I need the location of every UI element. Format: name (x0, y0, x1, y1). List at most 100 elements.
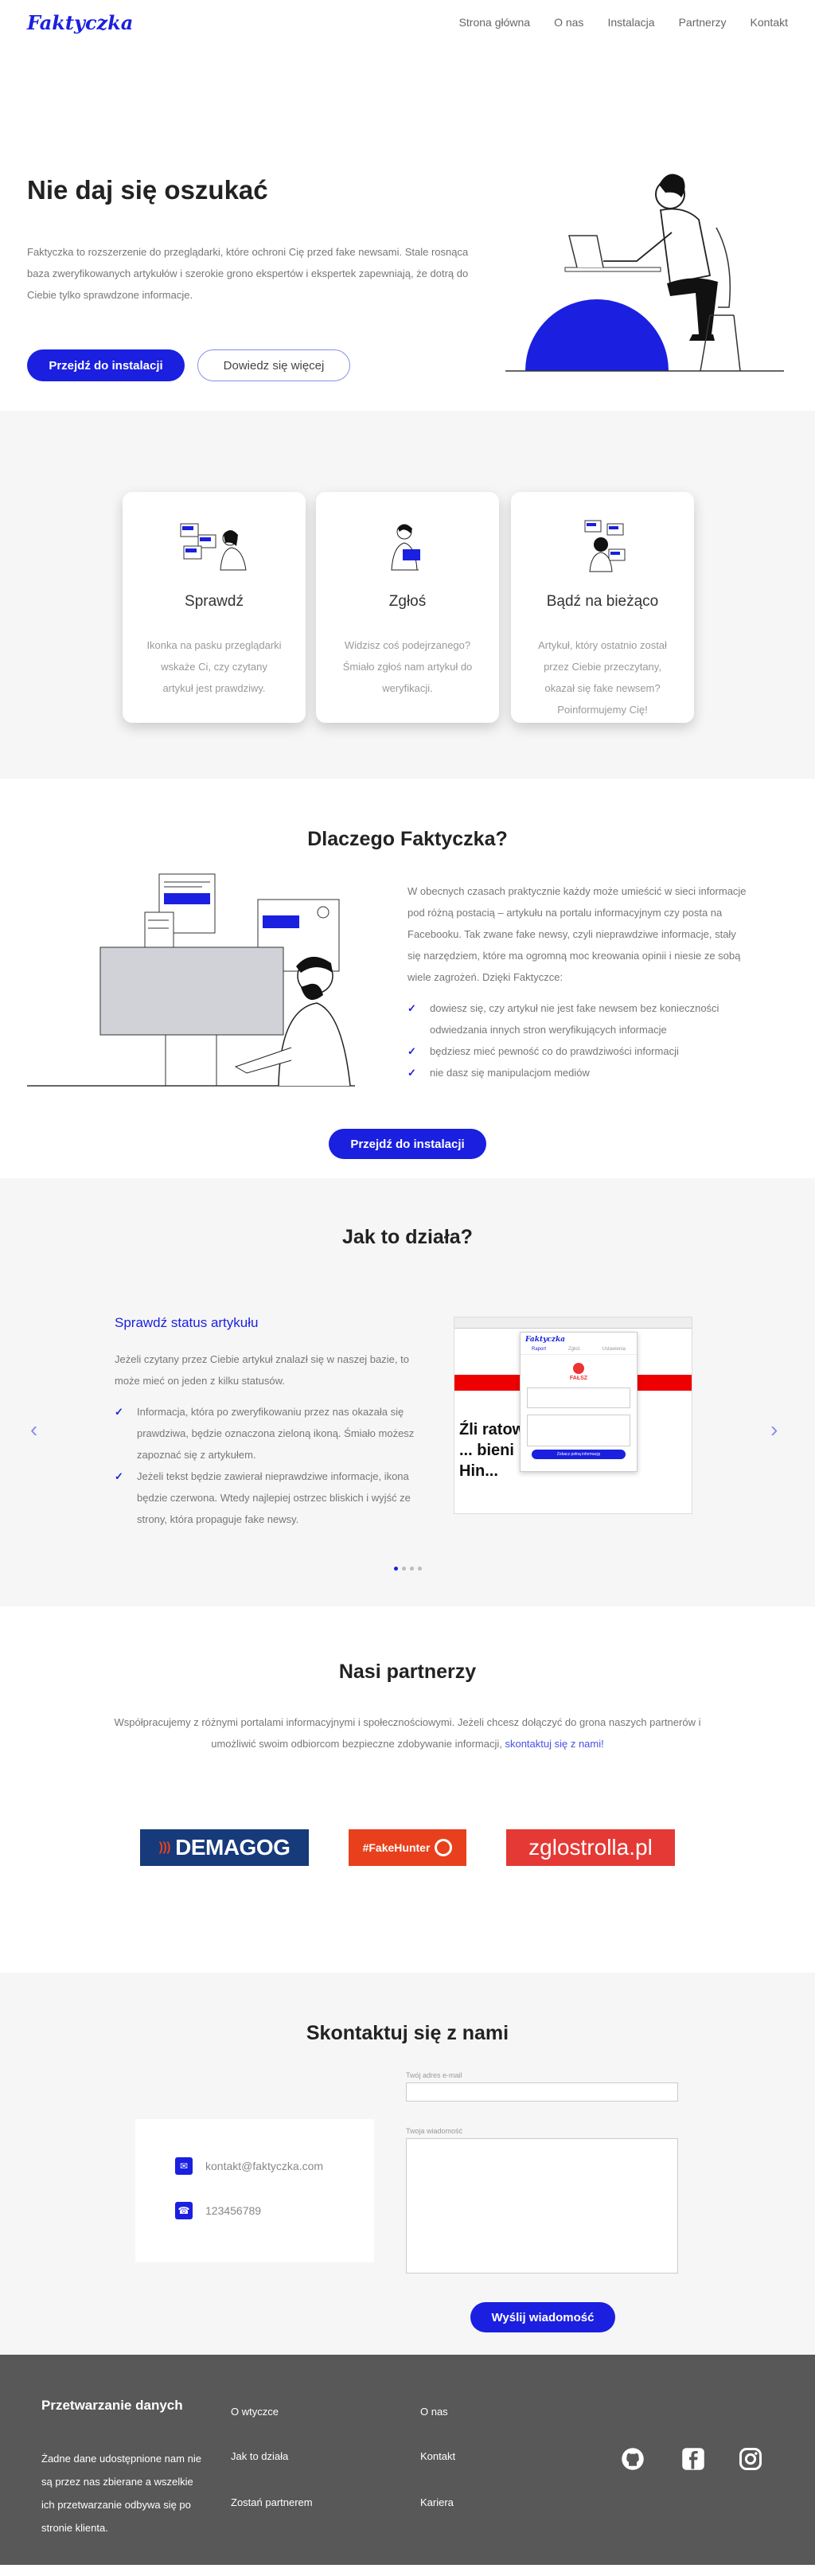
feature-card-updates: Bądź na bieżąco Artykuł, który ostatnio … (511, 492, 694, 723)
benefit-item: ✓ dowiesz się, czy artykuł nie jest fake … (408, 997, 750, 1040)
hero-title: Nie daj się oszukać (27, 175, 268, 205)
contact-us-link[interactable]: skontaktuj się z nami! (505, 1738, 603, 1750)
slide-bullets: ✓ Informacja, która po zweryfikowaniu prz… (115, 1401, 425, 1530)
popup-tab-settings[interactable]: Ustawienia (602, 1347, 626, 1352)
message-field[interactable] (406, 2138, 678, 2274)
carousel-dot[interactable] (393, 1567, 398, 1571)
install-button[interactable]: Przejdź do instalacji (27, 349, 185, 381)
demagog-logo[interactable]: ))) DEMAGOG (140, 1829, 309, 1866)
send-message-button[interactable]: Wyślij wiadomość (470, 2302, 615, 2332)
benefit-item: ✓ będziesz mieć pewność co do prawdziwośc… (408, 1040, 750, 1062)
message-label: Twoja wiadomość (406, 2127, 463, 2135)
partners-title: Nasi partnerzy (338, 1661, 477, 1683)
popup-tab-report-issue[interactable]: Zgłoś (568, 1347, 580, 1352)
install-button-secondary[interactable]: Przejdź do instalacji (329, 1129, 486, 1159)
popup-full-info-button[interactable]: Zobacz pełną informację (532, 1450, 626, 1459)
footer-text: Żadne dane udostępnione nam nie są przez… (41, 2453, 201, 2534)
phone-icon: ☎ (175, 2202, 193, 2219)
hero-text: Faktyczka to rozszerzenie do przeglądark… (27, 246, 469, 301)
check-icon: ✓ (115, 1406, 123, 1418)
extension-screenshot: Źli ratowni ... bieni Hin... Faktyczka R… (454, 1317, 692, 1514)
carousel-dot[interactable] (401, 1567, 406, 1571)
zglostrolla-logo[interactable]: zglostrolla.pl (506, 1829, 675, 1866)
contact-section: Skontaktuj się z nami ✉ kontakt@faktyczk… (0, 1973, 815, 2355)
feature-title: Sprawdź (185, 593, 244, 610)
partners-section: Nasi partnerzy Współpracujemy z różnymi … (0, 1606, 815, 1973)
nav-about[interactable]: O nas (554, 16, 583, 29)
popup-logo: Faktyczka (525, 1336, 566, 1344)
contact-phone[interactable]: 123456789 (205, 2204, 261, 2217)
email-field[interactable] (406, 2082, 678, 2102)
feature-title: Bądź na bieżąco (546, 593, 659, 610)
feature-title: Zgłoś (388, 593, 427, 610)
envelope-icon: ✉ (175, 2157, 193, 2175)
slide-bullet: ✓ Informacja, która po zweryfikowaniu prz… (115, 1401, 425, 1466)
slide-bullet: ✓ Jeżeli tekst będzie zawierał nieprawdzi… (115, 1466, 425, 1530)
why-text: W obecnych czasach praktycznie każdy moż… (408, 885, 747, 983)
hero-illustration (505, 174, 784, 372)
slide-text: Jeżeli czytany przez Ciebie artykuł znal… (115, 1353, 409, 1387)
why-text-block: W obecnych czasach praktycznie każdy moż… (408, 880, 750, 1083)
footer: Przetwarzanie danych Żadne dane udostępn… (0, 2355, 815, 2565)
nav-contact[interactable]: Kontakt (751, 16, 788, 29)
updates-illustration-icon (584, 520, 626, 572)
slide-title: Sprawdź status artykułu (115, 1315, 259, 1330)
popup-tab-report[interactable]: Raport (532, 1347, 546, 1352)
email-label: Twój adres e-mail (406, 2071, 462, 2079)
instagram-icon[interactable] (739, 2447, 762, 2471)
logo[interactable]: Faktyczka (27, 11, 133, 34)
feature-card-check: Sprawdź Ikonka na pasku przeglądarki wsk… (123, 492, 306, 723)
feature-text: Artykuł, który ostatnio został przez Cie… (538, 639, 667, 716)
carousel-dot[interactable] (417, 1567, 422, 1571)
contact-email-row: ✉ kontakt@faktyczka.com (175, 2157, 323, 2175)
carousel-dot[interactable] (409, 1567, 414, 1571)
footer-title: Przetwarzanie danych (41, 2398, 183, 2413)
navbar: Faktyczka Strona główna O nas Instalacja… (0, 0, 815, 45)
contact-info-box: ✉ kontakt@faktyczka.com ☎ 123456789 (135, 2119, 374, 2262)
popup-status: FAŁSZ (569, 1376, 588, 1381)
how-title: Jak to działa? (342, 1226, 473, 1248)
feature-card-report: Zgłoś Widzisz coś podejrzanego? Śmiało z… (316, 492, 499, 723)
contact-phone-row: ☎ 123456789 (175, 2202, 261, 2219)
check-icon: ✓ (408, 1045, 416, 1057)
learn-more-button[interactable]: Dowiedz się więcej (197, 349, 350, 381)
fakehunter-logo[interactable]: #FakeHunter (349, 1829, 466, 1866)
benefit-item: ✓ nie dasz się manipulacjom mediów (408, 1062, 750, 1083)
check-illustration-icon (180, 523, 247, 571)
feature-text: Ikonka na pasku przeglądarki wskaże Ci, … (146, 639, 282, 694)
partners-text: Współpracujemy z różnymi portalami infor… (114, 1716, 701, 1750)
slide-description: Jeżeli czytany przez Ciebie artykuł znal… (115, 1348, 425, 1530)
extension-popup: Faktyczka Raport Zgłoś Ustawienia FAŁSZ … (520, 1332, 638, 1472)
check-icon: ✓ (115, 1470, 123, 1482)
main-menu: Strona główna O nas Instalacja Partnerzy… (459, 16, 788, 29)
how-section: Jak to działa? ‹ › Sprawdź status artyku… (0, 1178, 815, 1606)
footer-link-how-it-works[interactable]: Jak to działa (231, 2450, 288, 2462)
why-illustration (27, 873, 355, 1087)
hero-section: Nie daj się oszukać Faktyczka to rozszer… (0, 45, 815, 411)
footer-link-about-plugin[interactable]: O wtyczce (231, 2406, 279, 2418)
facebook-icon[interactable] (681, 2447, 705, 2471)
features-section: Sprawdź Ikonka na pasku przeglądarki wsk… (0, 411, 815, 779)
report-illustration-icon (391, 524, 420, 571)
why-title: Dlaczego Faktyczka? (307, 828, 508, 850)
partner-logos: ))) DEMAGOG #FakeHunter zglostrolla.pl (0, 1829, 815, 1866)
contact-email[interactable]: kontakt@faktyczka.com (205, 2160, 323, 2172)
feature-text: Widzisz coś podejrzanego? Śmiało zgłoś n… (342, 639, 473, 694)
false-status-icon (573, 1363, 584, 1374)
footer-link-contact[interactable]: Kontakt (420, 2450, 455, 2462)
carousel-dots (0, 1567, 815, 1571)
github-icon[interactable] (621, 2447, 645, 2471)
carousel-next-arrow-icon[interactable]: › (770, 1417, 778, 1442)
nav-home[interactable]: Strona główna (459, 16, 531, 29)
nav-partners[interactable]: Partnerzy (679, 16, 727, 29)
check-icon: ✓ (408, 1002, 416, 1014)
carousel-prev-arrow-icon[interactable]: ‹ (30, 1417, 37, 1442)
why-section: Dlaczego Faktyczka? W obecnych czasach p… (0, 779, 815, 1178)
why-benefits-list: ✓ dowiesz się, czy artykuł nie jest fake … (408, 997, 750, 1083)
nav-install[interactable]: Instalacja (607, 16, 654, 29)
check-icon: ✓ (408, 1067, 416, 1079)
footer-link-career[interactable]: Kariera (420, 2496, 454, 2508)
footer-link-become-partner[interactable]: Zostań partnerem (231, 2496, 313, 2508)
contact-title: Skontaktuj się z nami (306, 2022, 509, 2044)
footer-link-about-us[interactable]: O nas (420, 2406, 448, 2418)
